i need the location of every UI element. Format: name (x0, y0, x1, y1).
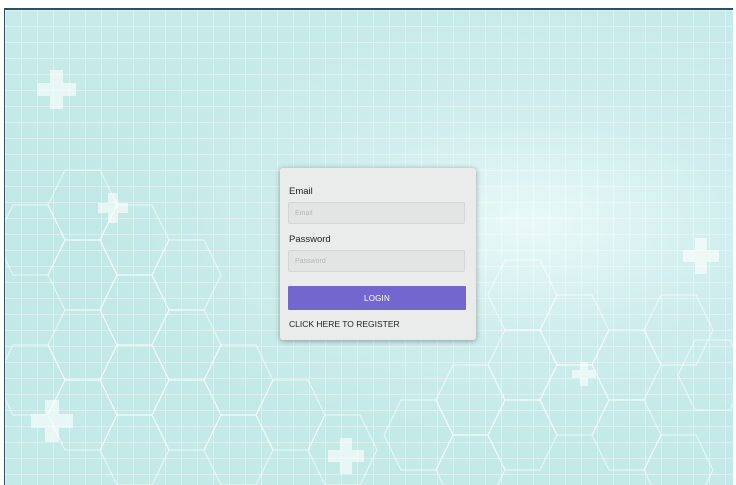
register-link[interactable]: CLICK HERE TO REGISTER (289, 319, 400, 329)
email-label: Email (289, 186, 313, 197)
login-form: Email Password LOGIN CLICK HERE TO REGIS… (280, 168, 476, 340)
password-label: Password (289, 234, 331, 245)
page-viewport: Email Password LOGIN CLICK HERE TO REGIS… (4, 8, 733, 485)
password-input[interactable] (288, 250, 465, 272)
login-button[interactable]: LOGIN (288, 286, 466, 310)
email-input[interactable] (288, 202, 465, 224)
